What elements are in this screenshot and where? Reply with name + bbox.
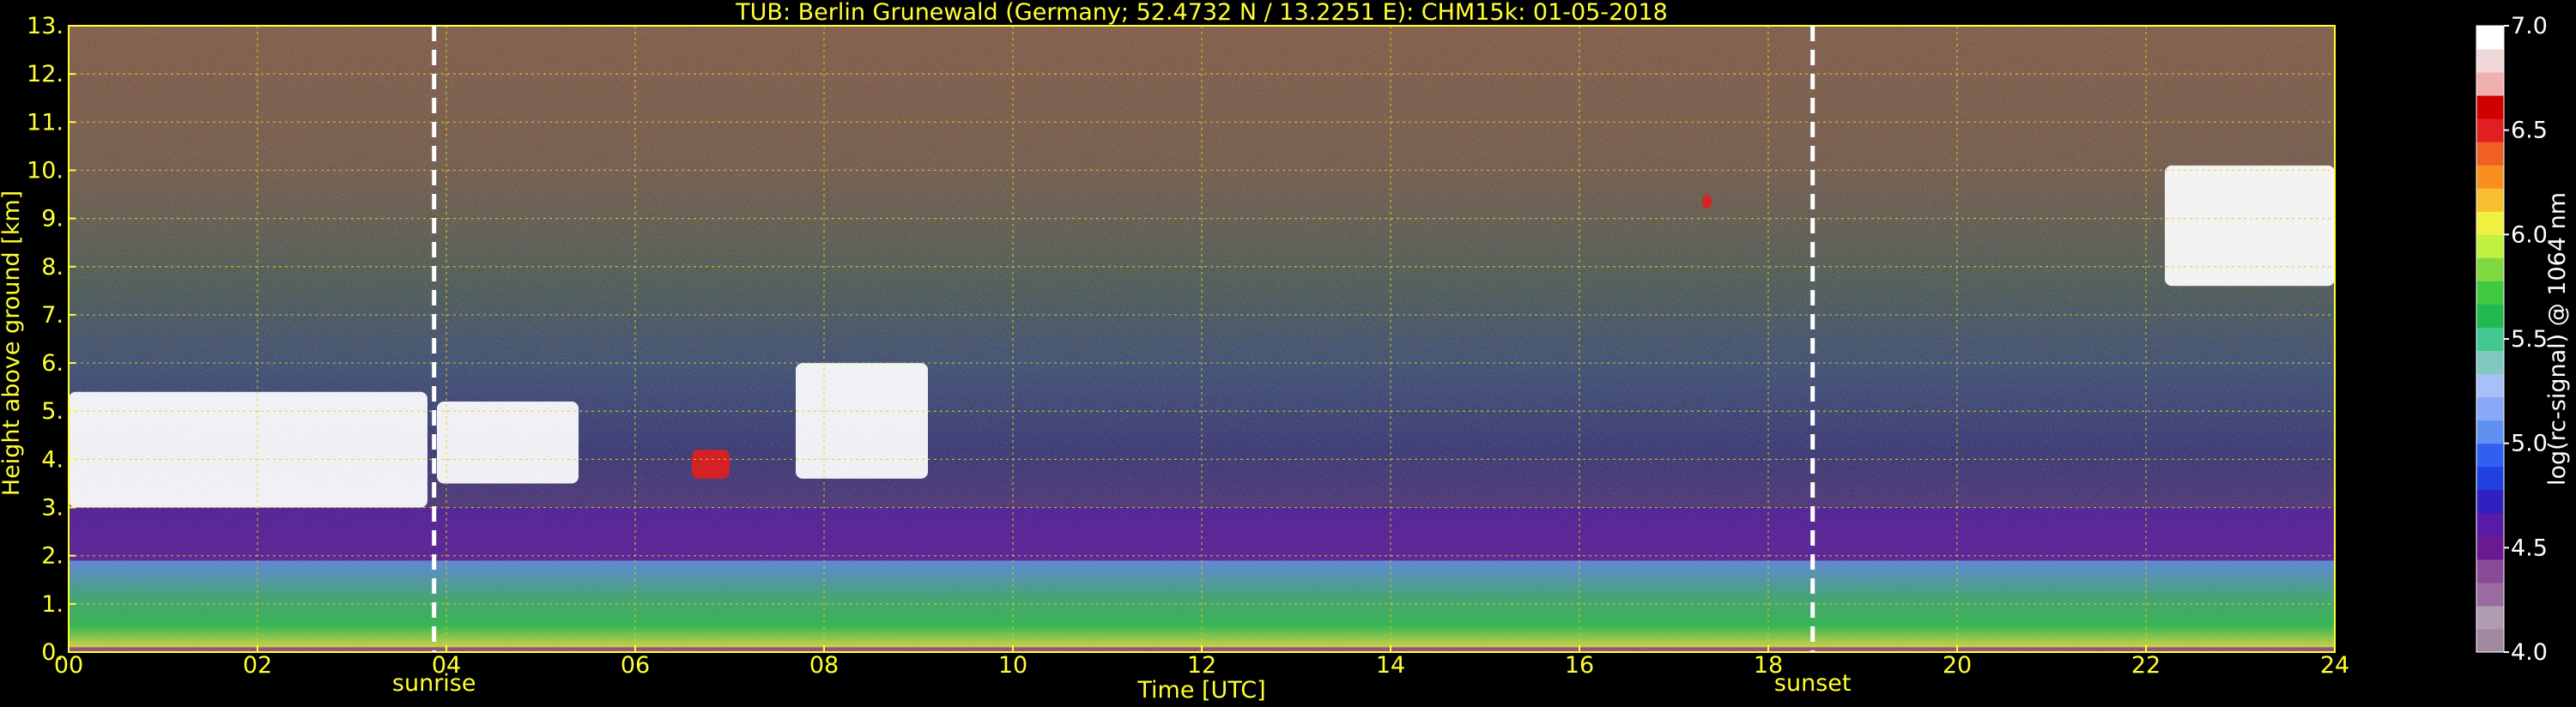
cloud-2 (692, 450, 730, 479)
colorbar-segment-16 (2476, 257, 2504, 281)
marker-label-sunset: sunset (1774, 670, 1852, 697)
colorbar-tick-label-1: 4.5 (2511, 535, 2548, 561)
x-tick-label-7: 14 (1376, 652, 1405, 679)
colorbar-segment-13 (2476, 327, 2504, 352)
x-tick-label-10: 20 (1943, 652, 1972, 679)
y-tick-label-8: 8. (41, 254, 64, 281)
colorbar-segment-0 (2476, 628, 2504, 653)
y-tick-label-9: 9. (41, 206, 64, 233)
x-tick-label-9: 18 (1754, 652, 1783, 679)
x-tick-label-11: 22 (2131, 652, 2161, 679)
colorbar-label: log(rc-signal) @ 1064 nm (2544, 192, 2571, 486)
colorbar-tick-label-6: 7.0 (2511, 13, 2548, 39)
chart-title: TUB: Berlin Grunewald (Germany; 52.4732 … (735, 0, 1668, 26)
cloud-4 (1702, 194, 1712, 209)
x-tick-label-6: 12 (1187, 652, 1216, 679)
y-tick-label-0: 0. (41, 639, 64, 666)
lidar-chart: TUB: Berlin Grunewald (Germany; 52.4732 … (0, 0, 2571, 704)
x-tick-label-4: 08 (809, 652, 839, 679)
x-tick-label-3: 06 (621, 652, 650, 679)
plot-area: sunrise sunset00 02 04 06 08 10 12 14 16 18 20 22 240… (27, 13, 2349, 697)
y-tick-label-4: 4. (41, 446, 64, 473)
colorbar-segment-25 (2476, 49, 2504, 73)
colorbar-segment-23 (2476, 95, 2504, 119)
colorbar-tick-label-5: 6.5 (2511, 118, 2548, 144)
colorbar-tick-label-2: 5.0 (2511, 431, 2548, 457)
colorbar-segment-18 (2476, 211, 2504, 235)
y-tick-label-1: 1. (41, 591, 64, 618)
colorbar-segment-20 (2476, 165, 2504, 189)
colorbar-segment-7 (2476, 466, 2504, 491)
colorbar-segment-8 (2476, 443, 2504, 468)
colorbar-segment-5 (2476, 512, 2504, 537)
colorbar-segment-26 (2476, 26, 2504, 50)
colorbar-segment-2 (2476, 582, 2504, 607)
x-axis-label: Time [UTC] (1136, 677, 1265, 704)
colorbar-segment-22 (2476, 118, 2504, 142)
cloud-3 (796, 363, 928, 479)
x-tick-label-2: 04 (432, 652, 461, 679)
colorbar-segment-11 (2476, 373, 2504, 398)
colorbar-segment-15 (2476, 281, 2504, 305)
x-tick-label-5: 10 (998, 652, 1027, 679)
y-tick-label-13: 13. (27, 13, 64, 39)
colorbar-segment-1 (2476, 605, 2504, 630)
y-tick-label-10: 10. (27, 157, 64, 184)
y-tick-label-3: 3. (41, 495, 64, 522)
x-tick-label-8: 16 (1565, 652, 1594, 679)
colorbar-segment-17 (2476, 234, 2504, 258)
y-tick-label-2: 2. (41, 543, 64, 570)
colorbar-tick-label-0: 4.0 (2511, 639, 2548, 666)
x-tick-label-12: 24 (2320, 652, 2349, 679)
colorbar-segment-24 (2476, 72, 2504, 96)
colorbar-segment-12 (2476, 350, 2504, 375)
y-axis-label: Height above ground [km] (0, 190, 25, 496)
cloud-1 (437, 402, 579, 484)
cloud-5 (2165, 165, 2335, 287)
colorbar-tick-label-3: 5.5 (2511, 326, 2548, 353)
colorbar-tick-label-4: 6.0 (2511, 221, 2548, 248)
x-tick-label-1: 02 (243, 652, 272, 679)
cloud-0 (69, 391, 427, 508)
colorbar-segment-4 (2476, 535, 2504, 560)
y-tick-label-6: 6. (41, 350, 64, 377)
colorbar-segment-10 (2476, 396, 2504, 421)
colorbar-segment-6 (2476, 489, 2504, 514)
y-tick-label-5: 5. (41, 398, 64, 425)
colorbar-segment-3 (2476, 559, 2504, 583)
y-tick-label-11: 11. (27, 109, 64, 136)
y-tick-label-7: 7. (41, 302, 64, 329)
colorbar-segment-9 (2476, 420, 2504, 444)
colorbar: 4.0 4.5 5.0 5.5 6.0 6.5 7.0 (2476, 13, 2548, 666)
colorbar-segment-19 (2476, 188, 2504, 212)
layer-1 (69, 507, 2335, 561)
colorbar-segment-14 (2476, 304, 2504, 328)
y-tick-label-12: 12. (27, 61, 64, 88)
colorbar-segment-21 (2476, 142, 2504, 166)
